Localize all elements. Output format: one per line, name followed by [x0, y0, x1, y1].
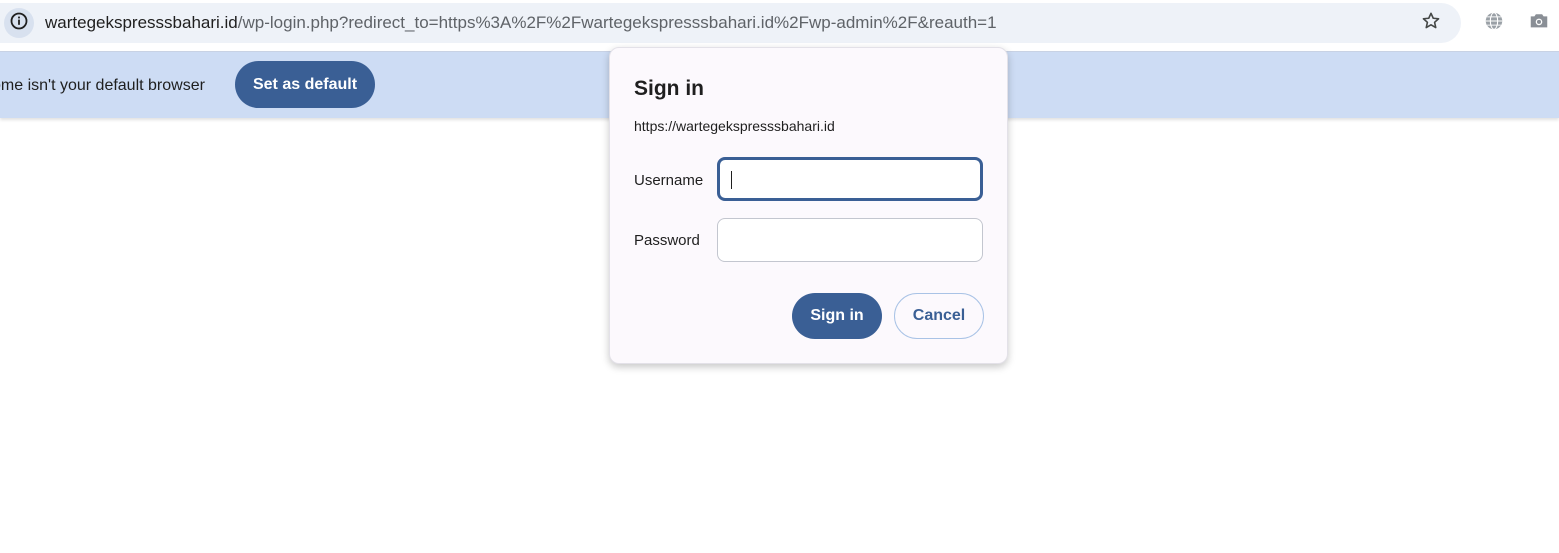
- dialog-title: Sign in: [634, 77, 704, 100]
- info-icon: [9, 11, 29, 36]
- globe-icon: [1483, 10, 1505, 37]
- set-as-default-button[interactable]: Set as default: [235, 61, 375, 108]
- address-bar[interactable]: wartegekspresssbahari.id/wp-login.php?re…: [0, 3, 1461, 43]
- password-label: Password: [634, 232, 700, 249]
- url-path: /wp-login.php?redirect_to=https%3A%2F%2F…: [237, 13, 997, 32]
- infobar-message: ome isn't your default browser: [0, 77, 205, 94]
- password-field[interactable]: [717, 218, 983, 262]
- url-text[interactable]: wartegekspresssbahari.id/wp-login.php?re…: [45, 12, 997, 34]
- sign-in-button[interactable]: Sign in: [792, 293, 882, 339]
- cancel-button[interactable]: Cancel: [894, 293, 984, 339]
- username-field[interactable]: [717, 157, 983, 201]
- username-label: Username: [634, 172, 704, 189]
- dialog-origin: https://wartegekspresssbahari.id: [634, 118, 835, 134]
- site-info-button[interactable]: [4, 8, 34, 38]
- url-host: wartegekspresssbahari.id: [45, 13, 238, 32]
- sign-in-dialog: Sign in https://wartegekspresssbahari.id…: [609, 47, 1008, 364]
- camera-icon: [1528, 10, 1550, 37]
- browser-window: wartegekspresssbahari.id/wp-login.php?re…: [0, 0, 1559, 553]
- extension-globe-button[interactable]: [1482, 11, 1506, 35]
- toolbar: wartegekspresssbahari.id/wp-login.php?re…: [0, 0, 1559, 52]
- text-cursor: [731, 171, 732, 189]
- star-icon: [1421, 11, 1441, 36]
- bookmark-button[interactable]: [1419, 11, 1443, 35]
- extension-camera-button[interactable]: [1527, 11, 1551, 35]
